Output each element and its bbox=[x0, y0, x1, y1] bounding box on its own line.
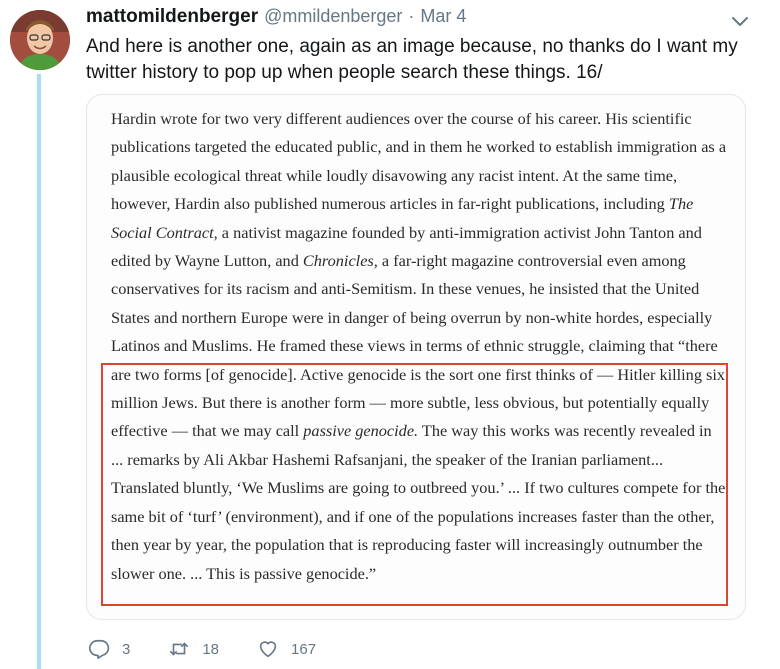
excerpt-italic-2: Chronicles, bbox=[302, 251, 378, 271]
user-handle[interactable]: @mmildenberger bbox=[264, 6, 402, 27]
reply-icon bbox=[89, 639, 110, 659]
like-icon bbox=[259, 641, 277, 658]
tweet-actions: 3 18 167 bbox=[88, 636, 354, 662]
like-button[interactable]: 167 bbox=[257, 638, 316, 660]
tweet-image[interactable]: Hardin wrote for two very different audi… bbox=[86, 94, 746, 620]
separator-dot: · bbox=[408, 6, 415, 26]
like-count: 167 bbox=[291, 640, 317, 658]
tweet-text: And here is another one, again as an ima… bbox=[86, 36, 738, 83]
more-options-caret[interactable] bbox=[728, 12, 752, 30]
reply-button[interactable]: 3 bbox=[88, 638, 130, 660]
excerpt-part-1: Hardin wrote for two very different audi… bbox=[111, 109, 727, 214]
chevron-down-icon bbox=[732, 17, 748, 26]
avatar-photo bbox=[10, 10, 70, 70]
tweet-header: mattomildenberger @mmildenberger · Mar 4 bbox=[86, 6, 750, 32]
retweet-icon bbox=[170, 642, 189, 656]
tweet-date[interactable]: Mar 4 bbox=[420, 6, 466, 27]
book-excerpt: Hardin wrote for two very different audi… bbox=[111, 105, 727, 588]
avatar[interactable] bbox=[10, 10, 70, 70]
retweet-count: 18 bbox=[202, 640, 220, 658]
retweet-button[interactable]: 18 bbox=[168, 638, 219, 660]
excerpt-italic-3: passive genocide. bbox=[303, 421, 419, 441]
excerpt-part-4: The way this works was recently revealed… bbox=[111, 421, 726, 583]
thread-line bbox=[37, 74, 41, 669]
reply-count: 3 bbox=[122, 640, 131, 658]
excerpt-part-3: a far-right magazine controversial even … bbox=[111, 251, 726, 441]
display-name[interactable]: mattomildenberger bbox=[86, 6, 258, 28]
